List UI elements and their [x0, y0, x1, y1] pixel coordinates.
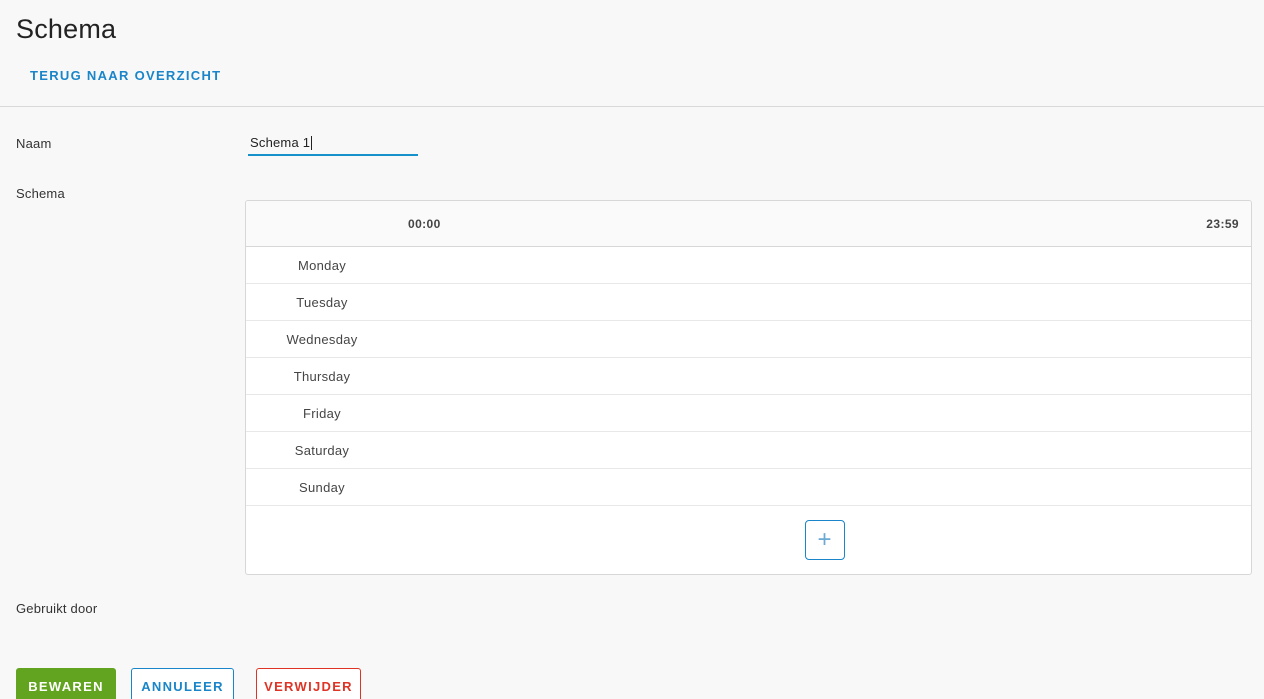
schedule-panel: 00:00 23:59 Monday Tuesday Wednesday Thu…: [245, 200, 1252, 575]
used-by-label: Gebruikt door: [16, 601, 98, 616]
timeline-start-label: 00:00: [408, 216, 441, 231]
delete-button[interactable]: VERWIJDER: [256, 668, 361, 699]
name-input[interactable]: Schema 1: [248, 133, 418, 156]
text-cursor: [311, 136, 313, 150]
save-button[interactable]: BEWAREN: [16, 668, 116, 699]
name-label: Naam: [16, 136, 52, 151]
back-to-overview-link[interactable]: TERUG NAAR OVERZICHT: [30, 68, 221, 83]
day-label: Saturday: [294, 442, 350, 458]
page-header: Schema TERUG NAAR OVERZICHT: [0, 0, 1264, 85]
day-label: Monday: [297, 257, 347, 273]
action-buttons: BEWAREN ANNULEER VERWIJDER: [0, 668, 1264, 699]
schedule-day-row[interactable]: Friday: [246, 395, 1251, 432]
footer-center: +: [398, 520, 1251, 560]
schedule-form-row: Schema 00:00 23:59 Monday Tuesday Wednes…: [0, 186, 1264, 575]
schedule-day-row[interactable]: Wednesday: [246, 321, 1251, 358]
plus-icon: +: [817, 526, 832, 553]
schedule-day-row[interactable]: Tuesday: [246, 284, 1251, 321]
schedule-header: 00:00 23:59: [246, 201, 1251, 247]
cancel-button[interactable]: ANNULEER: [131, 668, 234, 699]
name-form-row: Naam Schema 1: [0, 133, 1264, 156]
schema-detail-page: Schema TERUG NAAR OVERZICHT Naam Schema …: [0, 0, 1264, 699]
schedule-day-row[interactable]: Thursday: [246, 358, 1251, 395]
day-label: Friday: [303, 405, 341, 421]
name-input-value: Schema 1: [250, 135, 311, 150]
day-label: Wednesday: [286, 331, 358, 347]
schedule-day-rows: Monday Tuesday Wednesday Thursday Friday…: [246, 247, 1251, 506]
header-divider: [0, 106, 1264, 107]
page-title: Schema: [16, 14, 117, 44]
day-label: Sunday: [299, 479, 345, 495]
day-label: Thursday: [293, 368, 351, 384]
day-label: Tuesday: [296, 294, 348, 310]
schedule-footer: +: [246, 506, 1251, 574]
schedule-day-row[interactable]: Sunday: [246, 469, 1251, 506]
schema-label: Schema: [16, 186, 65, 201]
add-schedule-period-button[interactable]: +: [804, 520, 845, 560]
timeline-end-label: 23:59: [1206, 216, 1239, 231]
schedule-day-row[interactable]: Saturday: [246, 432, 1251, 469]
schedule-day-row[interactable]: Monday: [246, 247, 1251, 284]
